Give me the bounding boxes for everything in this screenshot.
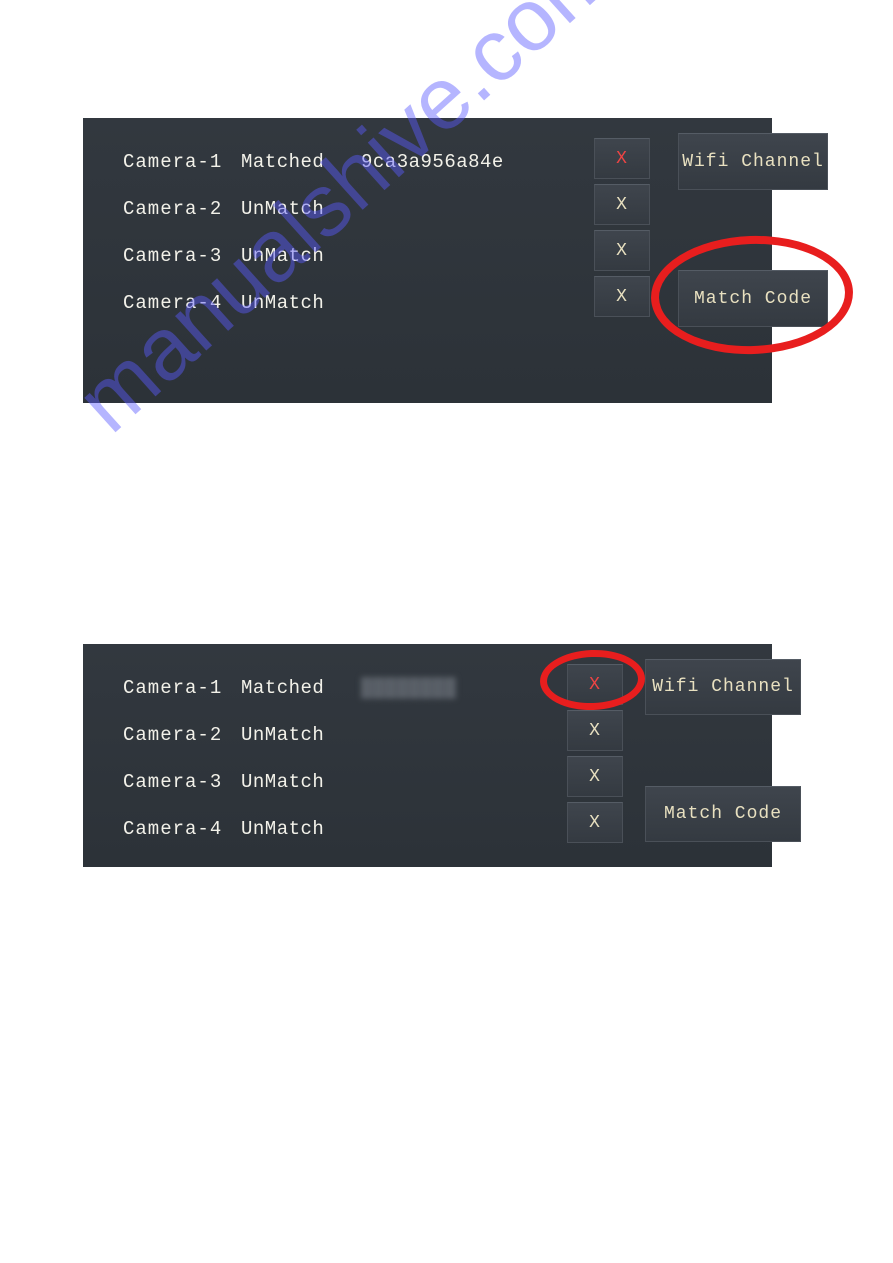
camera-status: UnMatch — [241, 771, 361, 793]
camera-panel-1: Camera-1 Matched 9ca3a956a84e Camera-2 U… — [83, 118, 772, 403]
camera-status: UnMatch — [241, 724, 361, 746]
camera-name: Camera-1 — [123, 677, 241, 699]
camera-name: Camera-2 — [123, 198, 241, 220]
camera-id: 9ca3a956a84e — [361, 151, 511, 173]
camera-name: Camera-1 — [123, 151, 241, 173]
camera-row: Camera-2 UnMatch — [83, 185, 772, 232]
camera-name: Camera-3 — [123, 771, 241, 793]
camera-panel-2: Camera-1 Matched ████████ Camera-2 UnMat… — [83, 644, 772, 867]
camera-name: Camera-4 — [123, 292, 241, 314]
camera-status: Matched — [241, 151, 361, 173]
camera-status: UnMatch — [241, 292, 361, 314]
camera-row: Camera-1 Matched 9ca3a956a84e — [83, 138, 772, 185]
right-button-column: Wifi Channel Match Code — [645, 659, 801, 842]
wifi-channel-button[interactable]: Wifi Channel — [645, 659, 801, 715]
camera-status: Matched — [241, 677, 361, 699]
camera-row: Camera-3 UnMatch — [83, 232, 772, 279]
camera-status: UnMatch — [241, 198, 361, 220]
delete-camera-button[interactable]: X — [567, 664, 623, 705]
camera-row: Camera-4 UnMatch — [83, 279, 772, 326]
delete-camera-button[interactable]: X — [567, 710, 623, 751]
camera-status: UnMatch — [241, 818, 361, 840]
spacer — [645, 715, 801, 786]
x-button-column: X X X X — [567, 664, 623, 848]
wifi-channel-button[interactable]: Wifi Channel — [678, 133, 828, 190]
camera-id: ████████ — [361, 677, 511, 699]
right-button-column: Wifi Channel Match Code — [678, 133, 828, 327]
delete-camera-button[interactable]: X — [594, 276, 650, 317]
delete-camera-button[interactable]: X — [567, 802, 623, 843]
delete-camera-button[interactable]: X — [594, 138, 650, 179]
delete-camera-button[interactable]: X — [567, 756, 623, 797]
spacer — [678, 190, 828, 270]
delete-camera-button[interactable]: X — [594, 184, 650, 225]
match-code-button[interactable]: Match Code — [645, 786, 801, 842]
x-button-column: X X X X — [594, 138, 650, 322]
delete-camera-button[interactable]: X — [594, 230, 650, 271]
camera-name: Camera-3 — [123, 245, 241, 267]
camera-name: Camera-4 — [123, 818, 241, 840]
camera-name: Camera-2 — [123, 724, 241, 746]
match-code-button[interactable]: Match Code — [678, 270, 828, 327]
camera-status: UnMatch — [241, 245, 361, 267]
